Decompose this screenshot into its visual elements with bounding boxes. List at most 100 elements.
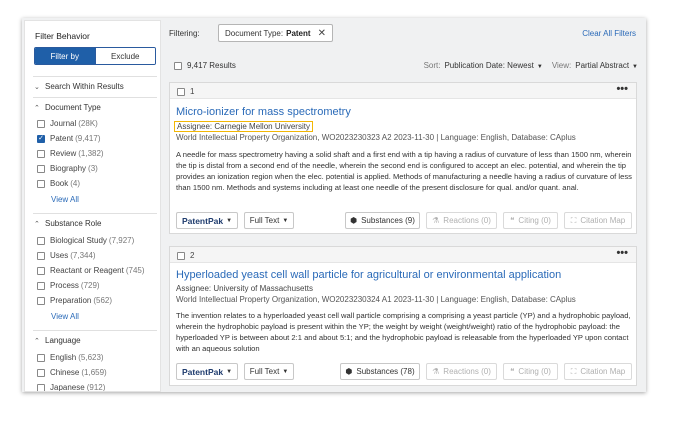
- reactions-button[interactable]: ⚗ Reactions (0): [426, 212, 497, 229]
- divider: [33, 76, 157, 77]
- substance-role-section-toggle[interactable]: ⌃ Substance Role: [34, 219, 101, 228]
- result-index: 1: [190, 87, 195, 96]
- checkbox[interactable]: [37, 164, 45, 173]
- result-card: 2 ••• Hyperloaded yeast cell wall partic…: [169, 246, 637, 386]
- result-number: 1: [177, 87, 194, 96]
- citation-map-button[interactable]: ⛶ Citation Map: [564, 363, 632, 380]
- result-title-link[interactable]: Micro-ionizer for mass spectrometry: [176, 106, 351, 118]
- document-type-view-all-link[interactable]: View All: [51, 195, 79, 204]
- option-count: (7,344): [70, 251, 96, 260]
- option-count: (729): [80, 281, 100, 290]
- assignee-text: Assignee: University of Massachusetts: [176, 284, 313, 293]
- option-label: Uses: [50, 251, 69, 260]
- substances-button[interactable]: ⬢ Substances (78): [340, 363, 420, 380]
- option-count: (562): [93, 296, 113, 305]
- caret-down-icon: ▼: [282, 217, 289, 224]
- option-label: Journal: [50, 119, 77, 128]
- checkbox[interactable]: [37, 281, 45, 290]
- checkbox[interactable]: [37, 296, 45, 305]
- button-label: PatentPak: [181, 366, 224, 377]
- option-label: Biological Study: [50, 236, 107, 245]
- button-label: Substances (9): [361, 216, 415, 225]
- option-count: (1,659): [81, 368, 107, 377]
- checkbox[interactable]: [37, 266, 45, 275]
- filter-option-japanese[interactable]: Japanese (912): [37, 383, 106, 392]
- checkbox[interactable]: [37, 383, 45, 391]
- language-section-toggle[interactable]: ⌃ Language: [34, 336, 81, 345]
- filter-option-reactant-or-reagent[interactable]: Reactant or Reagent (745): [37, 266, 145, 275]
- checkbox[interactable]: [37, 119, 45, 128]
- citation-map-button[interactable]: ⛶ Citation Map: [564, 212, 632, 229]
- option-count: (912): [86, 383, 106, 392]
- filter-option-biological-study[interactable]: Biological Study (7,927): [37, 236, 134, 245]
- filter-option-uses[interactable]: Uses (7,344): [37, 251, 96, 260]
- more-options-icon[interactable]: •••: [616, 247, 628, 259]
- quote-icon: ❝: [510, 216, 515, 225]
- document-type-section-toggle[interactable]: ⌃ Document Type: [34, 103, 101, 112]
- filter-option-chinese[interactable]: Chinese (1,659): [37, 368, 107, 377]
- patentpak-button[interactable]: PatentPak ▼: [176, 212, 238, 229]
- results-count: 9,417 Results: [187, 61, 236, 70]
- active-filter-chip[interactable]: Document Type: Patent ✕: [218, 24, 333, 42]
- chip-label: Document Type:: [225, 28, 284, 38]
- option-count: (3): [88, 164, 98, 173]
- filter-option-english[interactable]: English (5,623): [37, 353, 104, 362]
- abstract-text: The invention relates to a hyperloaded y…: [176, 311, 631, 353]
- filter-option-patent[interactable]: ✓ Patent (9,417): [37, 134, 101, 143]
- checkbox[interactable]: [37, 368, 45, 377]
- button-label: Citation Map: [580, 216, 626, 225]
- result-select-checkbox[interactable]: [177, 87, 185, 96]
- full-text-button[interactable]: Full Text ▼: [244, 363, 294, 380]
- checkbox[interactable]: [37, 149, 45, 158]
- publication-meta: World Intellectual Property Organization…: [176, 295, 576, 304]
- abstract-text: A needle for mass spectrometry having a …: [176, 150, 632, 192]
- substance-role-view-all-link[interactable]: View All: [51, 312, 79, 321]
- button-label: PatentPak: [181, 215, 224, 226]
- caret-down-icon: ▼: [226, 368, 233, 375]
- result-number: 2: [177, 251, 194, 260]
- citing-button[interactable]: ❝ Citing (0): [503, 212, 558, 229]
- search-within-toggle[interactable]: ⌄ Search Within Results: [34, 82, 124, 91]
- substance-role-heading: Substance Role: [45, 219, 102, 228]
- chip-value: Patent: [286, 28, 311, 38]
- filter-by-button[interactable]: Filter by: [35, 48, 95, 64]
- close-icon[interactable]: ✕: [318, 28, 326, 39]
- checkbox[interactable]: [37, 236, 45, 245]
- filter-option-review[interactable]: Review (1,382): [37, 149, 104, 158]
- checkbox[interactable]: [37, 179, 45, 188]
- citing-button[interactable]: ❝ Citing (0): [503, 363, 558, 380]
- sort-dropdown[interactable]: Publication Date: Newest ▼: [444, 61, 542, 70]
- checkbox[interactable]: [37, 353, 45, 362]
- document-type-heading: Document Type: [45, 103, 101, 112]
- result-card-header: 2 •••: [170, 247, 636, 263]
- select-all-checkbox[interactable]: [174, 61, 182, 70]
- filter-behavior-toggle: Filter by Exclude: [34, 47, 156, 65]
- filter-option-book[interactable]: Book (4): [37, 179, 80, 188]
- filter-option-process[interactable]: Process (729): [37, 281, 100, 290]
- filter-option-biography[interactable]: Biography (3): [37, 164, 98, 173]
- filter-option-journal[interactable]: Journal (28K): [37, 119, 98, 128]
- chevron-down-icon: ⌄: [34, 83, 40, 91]
- substance-icon: ⬢: [350, 216, 358, 225]
- result-title-link[interactable]: Hyperloaded yeast cell wall particle for…: [176, 269, 561, 281]
- more-options-icon[interactable]: •••: [616, 83, 628, 95]
- quote-icon: ❝: [510, 367, 515, 376]
- button-label: Citing (0): [518, 216, 551, 225]
- filter-option-preparation[interactable]: Preparation (562): [37, 296, 112, 305]
- result-card-header: 1 •••: [170, 83, 636, 99]
- language-heading: Language: [45, 336, 81, 345]
- checkbox[interactable]: [37, 251, 45, 260]
- clear-all-filters-link[interactable]: Clear All Filters: [582, 29, 636, 38]
- option-label: Biography: [50, 164, 87, 173]
- sort-label: Sort:: [423, 61, 441, 70]
- reactions-button[interactable]: ⚗ Reactions (0): [426, 363, 497, 380]
- patentpak-button[interactable]: PatentPak ▼: [176, 363, 238, 380]
- full-text-button[interactable]: Full Text ▼: [244, 212, 294, 229]
- exclude-button[interactable]: Exclude: [94, 48, 155, 64]
- view-dropdown[interactable]: Partial Abstract ▼: [575, 61, 638, 70]
- results-header: 9,417 Results: [174, 61, 236, 70]
- checkbox-checked[interactable]: ✓: [37, 134, 45, 143]
- button-label: Substances (78): [356, 367, 415, 376]
- result-select-checkbox[interactable]: [177, 251, 185, 260]
- substances-button[interactable]: ⬢ Substances (9): [345, 212, 420, 229]
